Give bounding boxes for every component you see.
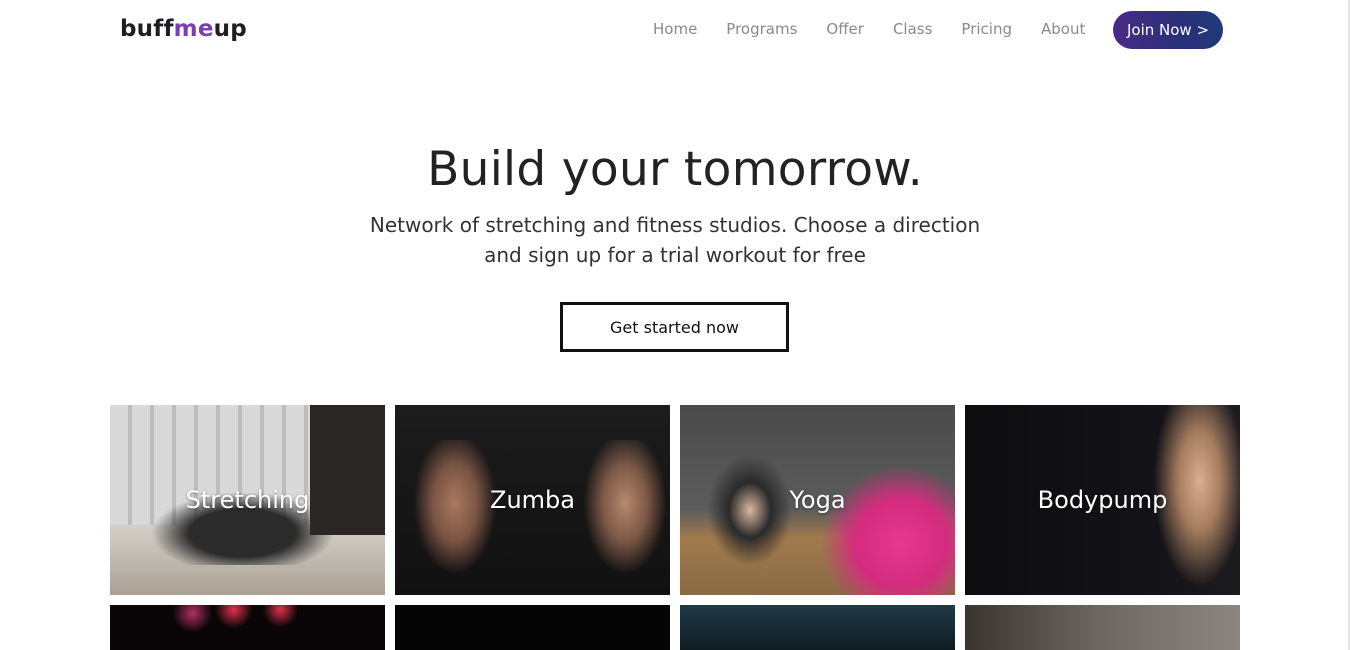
program-card-zumba[interactable]: Zumba <box>395 405 670 595</box>
nav-item-class[interactable]: Class <box>893 20 932 38</box>
program-card-row2-2[interactable] <box>395 605 670 650</box>
site-header: buffmeup Home Programs Offer Class Prici… <box>0 0 1350 60</box>
program-card-row2-3[interactable] <box>680 605 955 650</box>
program-card-row2-4[interactable] <box>965 605 1240 650</box>
hero-subtitle: Network of stretching and fitness studio… <box>350 210 1000 270</box>
nav-item-programs[interactable]: Programs <box>726 20 797 38</box>
nav-item-home[interactable]: Home <box>653 20 697 38</box>
hero-title: Build your tomorrow. <box>427 142 923 197</box>
row2-3-photo <box>680 605 955 650</box>
logo-text-up: up <box>213 16 247 42</box>
nav-item-offer[interactable]: Offer <box>826 20 864 38</box>
card-label-yoga: Yoga <box>789 486 846 514</box>
card-label-bodypump: Bodypump <box>1037 486 1168 514</box>
get-started-button[interactable]: Get started now <box>560 302 789 352</box>
logo-text-me: me <box>173 16 214 42</box>
brand-logo[interactable]: buffmeup <box>120 16 247 42</box>
card-label-stretching: Stretching <box>185 486 310 514</box>
hero-subtitle-line2: and sign up for a trial workout for free <box>484 243 866 267</box>
row2-4-photo <box>965 605 1240 650</box>
card-label-zumba: Zumba <box>490 486 575 514</box>
hero-subtitle-line1: Network of stretching and fitness studio… <box>369 213 981 237</box>
program-card-bodypump[interactable]: Bodypump <box>965 405 1240 595</box>
nav-item-about[interactable]: About <box>1041 20 1085 38</box>
main-nav: Home Programs Offer Class Pricing About <box>653 20 1114 38</box>
stage-lights-photo <box>110 605 385 650</box>
program-card-stretching[interactable]: Stretching <box>110 405 385 595</box>
program-card-yoga[interactable]: Yoga <box>680 405 955 595</box>
nav-item-pricing[interactable]: Pricing <box>961 20 1012 38</box>
program-card-row2-1[interactable] <box>110 605 385 650</box>
join-now-button[interactable]: Join Now > <box>1113 11 1223 49</box>
logo-text-buff: buff <box>120 16 174 42</box>
